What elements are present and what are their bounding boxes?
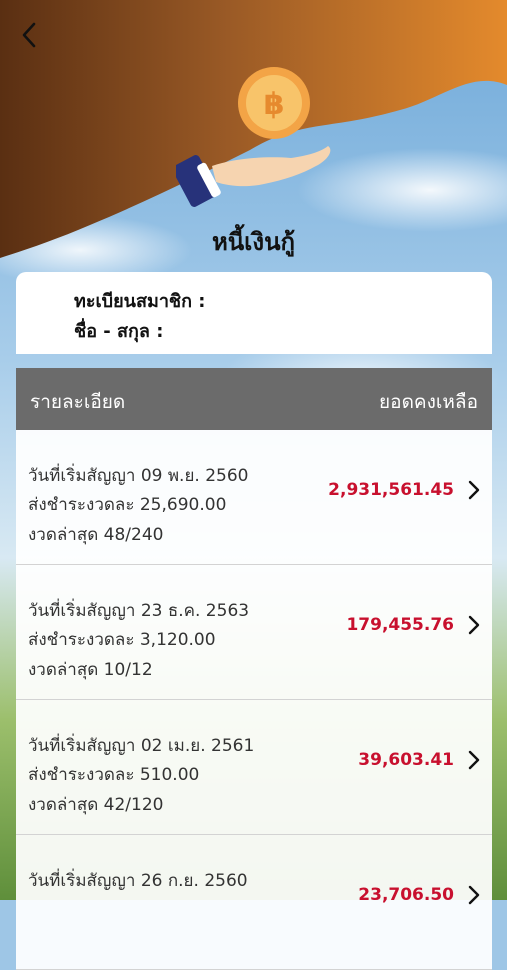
chevron-right-icon — [468, 750, 480, 770]
svg-text:฿: ฿ — [264, 87, 285, 122]
remaining-balance: 179,455.76 — [346, 615, 454, 635]
hand-icon — [176, 146, 331, 207]
installment-amount: ส่งชำระงวดละ 25,690.00 — [28, 495, 227, 515]
chevron-left-icon — [22, 22, 36, 48]
loan-row[interactable]: วันที่เริ่มสัญญา 23 ธ.ค. 2563 ส่งชำระงวด… — [16, 565, 492, 700]
contract-start-date: วันที่เริ่มสัญญา 23 ธ.ค. 2563 — [28, 601, 250, 621]
registration-label: ทะเบียนสมาชิก : — [74, 291, 206, 312]
loan-row[interactable]: วันที่เริ่มสัญญา 26 ก.ย. 2560 23,706.50 — [16, 835, 492, 970]
loan-row[interactable]: วันที่เริ่มสัญญา 02 เม.ย. 2561 ส่งชำระงว… — [16, 700, 492, 835]
back-button[interactable] — [14, 20, 44, 50]
balance-column-header: ยอดคงเหลือ — [379, 391, 478, 413]
latest-installment: งวดล่าสุด 48/240 — [28, 525, 164, 545]
contract-start-date: วันที่เริ่มสัญญา 09 พ.ย. 2560 — [28, 466, 249, 486]
remaining-balance: 23,706.50 — [358, 885, 454, 905]
chevron-right-icon — [468, 885, 480, 905]
member-info-card: ทะเบียนสมาชิก : ชื่อ - สกุล : — [16, 272, 492, 354]
contract-start-date: วันที่เริ่มสัญญา 26 ก.ย. 2560 — [28, 871, 248, 891]
table-header: รายละเอียด ยอดคงเหลือ — [16, 368, 492, 430]
loan-list: วันที่เริ่มสัญญา 09 พ.ย. 2560 ส่งชำระงวด… — [16, 430, 492, 970]
installment-amount: ส่งชำระงวดละ 510.00 — [28, 765, 200, 785]
chevron-right-icon — [468, 480, 480, 500]
name-label: ชื่อ - สกุล : — [74, 321, 164, 342]
remaining-balance: 2,931,561.45 — [328, 480, 454, 500]
contract-start-date: วันที่เริ่มสัญญา 02 เม.ย. 2561 — [28, 736, 255, 756]
loan-row[interactable]: วันที่เริ่มสัญญา 09 พ.ย. 2560 ส่งชำระงวด… — [16, 430, 492, 565]
remaining-balance: 39,603.41 — [358, 750, 454, 770]
page-title: หนี้เงินกู้ — [211, 228, 296, 256]
detail-column-header: รายละเอียด — [30, 391, 126, 413]
installment-amount: ส่งชำระงวดละ 3,120.00 — [28, 630, 216, 650]
latest-installment: งวดล่าสุด 10/12 — [28, 660, 153, 680]
latest-installment: งวดล่าสุด 42/120 — [28, 795, 164, 815]
chevron-right-icon — [468, 615, 480, 635]
baht-coin-icon: ฿ — [238, 67, 310, 139]
